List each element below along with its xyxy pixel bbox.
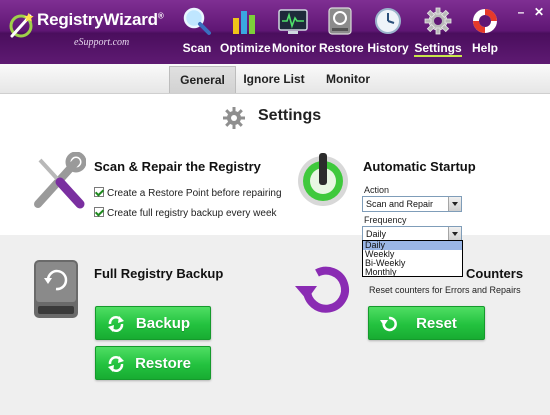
gear-icon xyxy=(223,107,245,129)
magic-wand-logo-icon xyxy=(9,12,34,38)
nav-history[interactable]: History xyxy=(367,6,409,58)
nav-label: Monitor xyxy=(272,41,316,55)
reset-button[interactable]: Reset xyxy=(368,306,485,340)
nav-settings[interactable]: Settings xyxy=(414,6,462,58)
scan-repair-title: Scan & Repair the Registry xyxy=(94,159,261,174)
tab-monitor[interactable]: Monitor xyxy=(318,66,378,93)
nav-label: Settings xyxy=(414,41,462,57)
nav-scan[interactable]: Scan xyxy=(180,6,214,58)
app-header: RegistryWizard® eSupport.com Scan Optimi… xyxy=(0,0,550,64)
restore-button[interactable]: Restore xyxy=(95,346,211,380)
nav-monitor[interactable]: Monitor xyxy=(272,6,316,58)
tab-ignore-list[interactable]: Ignore List xyxy=(238,66,310,93)
magnifier-icon xyxy=(183,7,211,35)
app-name: RegistryWizard® xyxy=(37,10,164,29)
minimize-button[interactable]: – xyxy=(514,6,528,18)
drive-restore-icon xyxy=(328,7,352,35)
nav-help[interactable]: Help xyxy=(470,6,500,58)
backup-button-label: Backup xyxy=(135,315,191,332)
weekly-backup-option: Create full registry backup every week xyxy=(94,207,277,220)
settings-subtabs: General Ignore List Monitor xyxy=(0,64,550,94)
nav-optimize[interactable]: Optimize xyxy=(220,6,271,58)
app-subtitle: eSupport.com xyxy=(74,37,130,48)
lifebuoy-icon xyxy=(473,9,497,33)
close-button[interactable]: ✕ xyxy=(532,6,546,18)
nav-label: Optimize xyxy=(220,41,271,55)
full-backup-title: Full Registry Backup xyxy=(94,266,224,281)
nav-label: Scan xyxy=(182,41,212,55)
clock-icon xyxy=(375,8,401,34)
frequency-option-monthly[interactable]: Monthly xyxy=(363,268,462,277)
wrench-screwdriver-icon xyxy=(34,152,86,209)
weekly-backup-checkbox[interactable] xyxy=(94,207,104,217)
hard-drive-icon xyxy=(34,260,78,318)
restore-point-option: Create a Restore Point before repairing xyxy=(94,187,282,200)
monitor-icon xyxy=(278,9,308,34)
power-toggle-icon xyxy=(298,153,348,206)
counters-title: Counters xyxy=(466,266,524,281)
frequency-dropdown-list: Daily Weekly Bi-Weekly Monthly xyxy=(362,240,463,277)
chevron-down-icon xyxy=(448,197,461,211)
page-title-text: Settings xyxy=(258,107,322,124)
restore-button-label: Restore xyxy=(135,355,191,372)
nav-restore[interactable]: Restore xyxy=(319,6,364,58)
nav-label: Restore xyxy=(319,41,364,55)
action-label: Action xyxy=(364,185,390,195)
frequency-label: Frequency xyxy=(364,215,407,225)
backup-button[interactable]: Backup xyxy=(95,306,211,340)
bar-chart-icon xyxy=(233,11,255,34)
nav-label: History xyxy=(367,41,409,55)
automatic-startup-title: Automatic Startup xyxy=(363,159,476,174)
reset-arrow-icon xyxy=(295,266,349,313)
action-select[interactable]: Scan and Repair xyxy=(362,196,462,212)
counters-description: Reset counters for Errors and Repairs xyxy=(369,285,521,295)
nav-label: Help xyxy=(471,41,498,55)
tab-general[interactable]: General xyxy=(169,66,236,93)
gear-icon xyxy=(424,7,452,35)
reset-button-label: Reset xyxy=(416,315,457,332)
chevron-down-icon xyxy=(448,227,461,241)
restore-point-checkbox[interactable] xyxy=(94,187,104,197)
